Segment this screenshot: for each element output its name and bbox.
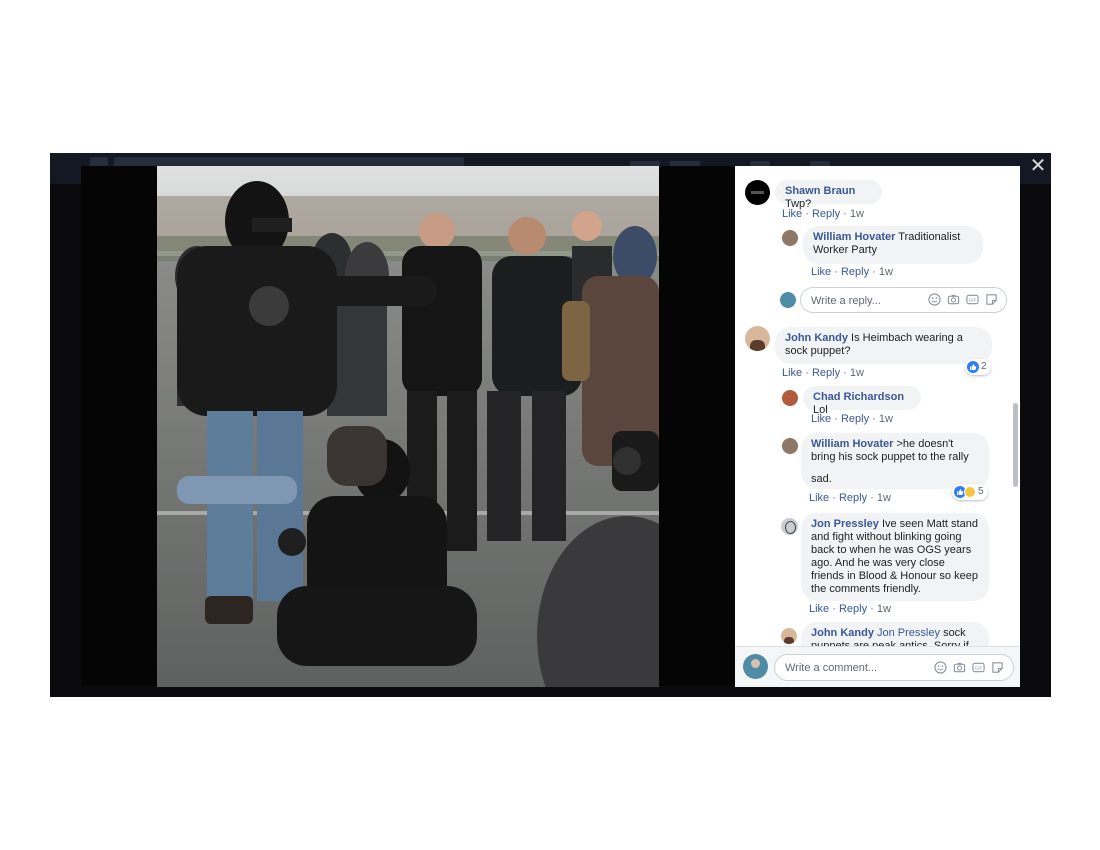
comment-actions: Like · Reply · 1w: [811, 413, 893, 425]
comment-composer: Write a comment... GIF: [735, 646, 1020, 687]
like-link[interactable]: Like: [782, 367, 802, 379]
close-icon[interactable]: ✕: [1027, 155, 1049, 177]
comment-time[interactable]: 1w: [879, 413, 893, 425]
avatar[interactable]: [782, 390, 798, 406]
sticker-icon[interactable]: [985, 293, 998, 306]
comment-text-line: sad.: [811, 473, 832, 485]
camera-icon[interactable]: [947, 293, 960, 306]
avatar: [743, 654, 768, 679]
protest-scene-image: [157, 166, 659, 687]
comment-bubble: Jon Pressley Ive seen Matt stand and fig…: [801, 513, 989, 601]
avatar[interactable]: [781, 518, 798, 535]
comment-bubble: John Kandy Is Heimbach wearing a sock pu…: [775, 327, 992, 364]
comment-bubble: William Hovater Traditionalist Worker Pa…: [803, 226, 983, 264]
avatar-face: [751, 659, 760, 668]
comment-time[interactable]: 1w: [879, 266, 893, 278]
comment-bubble: Chad Richardson Lol: [803, 386, 921, 416]
comment-author[interactable]: Chad Richardson: [813, 391, 904, 403]
comment-bubble: William Hovater >he doesn't bring his so…: [801, 433, 989, 489]
svg-text:GIF: GIF: [975, 666, 983, 671]
like-link[interactable]: Like: [809, 603, 829, 615]
comment-author[interactable]: Shawn Braun: [785, 185, 855, 197]
reply-link[interactable]: Reply: [812, 208, 840, 220]
camera-icon[interactable]: [953, 661, 966, 674]
comment-author[interactable]: John Kandy: [811, 627, 874, 639]
like-link[interactable]: Like: [811, 266, 831, 278]
photo-image[interactable]: [157, 166, 659, 687]
reaction-number: 5: [978, 486, 984, 497]
reply-link[interactable]: Reply: [841, 413, 869, 425]
avatar-sketch: [785, 521, 796, 534]
comment-time[interactable]: 1w: [877, 492, 891, 504]
gif-icon[interactable]: GIF: [972, 661, 985, 674]
gif-icon[interactable]: GIF: [966, 293, 979, 306]
avatar: [780, 292, 796, 308]
reaction-number: 2: [981, 361, 987, 372]
comment-actions: Like · Reply · 1w: [809, 492, 891, 504]
like-link[interactable]: Like: [782, 208, 802, 220]
comment-author[interactable]: William Hovater: [811, 438, 893, 450]
comments-panel: Shawn Braun Twp? Like · Reply · 1w Willi…: [735, 166, 1020, 687]
comment-time[interactable]: 1w: [850, 208, 864, 220]
comment-mention[interactable]: Jon Pressley: [877, 627, 940, 639]
like-reaction-icon: [967, 361, 979, 373]
comment-author[interactable]: Jon Pressley: [811, 518, 879, 530]
avatar[interactable]: [782, 230, 798, 246]
comment-actions: Like · Reply · 1w: [782, 367, 864, 379]
avatar[interactable]: [745, 180, 770, 205]
like-link[interactable]: Like: [811, 413, 831, 425]
comment-list: Shawn Braun Twp? Like · Reply · 1w Willi…: [735, 166, 1020, 646]
avatar-beard: [750, 340, 765, 351]
comments-scrollbar[interactable]: [1013, 403, 1018, 487]
comment-actions: Like · Reply · 1w: [782, 208, 864, 220]
reaction-count[interactable]: 2: [965, 359, 991, 375]
avatar[interactable]: [781, 628, 797, 644]
avatar[interactable]: [745, 326, 770, 351]
sticker-icon[interactable]: [991, 661, 1004, 674]
comment-bubble: Shawn Braun Twp?: [775, 180, 882, 210]
reply-link[interactable]: Reply: [839, 603, 867, 615]
comment-actions: Like · Reply · 1w: [811, 266, 893, 278]
like-link[interactable]: Like: [809, 492, 829, 504]
photo-lightbox: ✕ Shawn Braun Twp? Like · Reply · 1w Wil…: [50, 153, 1051, 697]
comment-placeholder: Write a comment...: [785, 662, 878, 674]
reply-input[interactable]: Write a reply... GIF: [800, 287, 1007, 313]
emoji-icon[interactable]: [934, 661, 947, 674]
reply-link[interactable]: Reply: [841, 266, 869, 278]
comment-actions: Like · Reply · 1w: [809, 603, 891, 615]
reply-link[interactable]: Reply: [839, 492, 867, 504]
comment-author[interactable]: John Kandy: [785, 332, 848, 344]
comment-bubble: John Kandy Jon Pressley sock puppets are…: [801, 622, 989, 646]
comment-author[interactable]: William Hovater: [813, 231, 895, 243]
avatar-beard: [784, 637, 794, 644]
comment-time[interactable]: 1w: [850, 367, 864, 379]
reply-placeholder: Write a reply...: [811, 295, 881, 307]
reaction-count[interactable]: 5: [952, 484, 988, 500]
haha-reaction-icon: [964, 486, 976, 498]
comment-time[interactable]: 1w: [877, 603, 891, 615]
avatar[interactable]: [782, 438, 798, 454]
emoji-icon[interactable]: [928, 293, 941, 306]
avatar-logo-mark: [751, 191, 764, 194]
reply-link[interactable]: Reply: [812, 367, 840, 379]
comment-input[interactable]: Write a comment... GIF: [774, 654, 1014, 681]
svg-text:GIF: GIF: [969, 298, 977, 303]
